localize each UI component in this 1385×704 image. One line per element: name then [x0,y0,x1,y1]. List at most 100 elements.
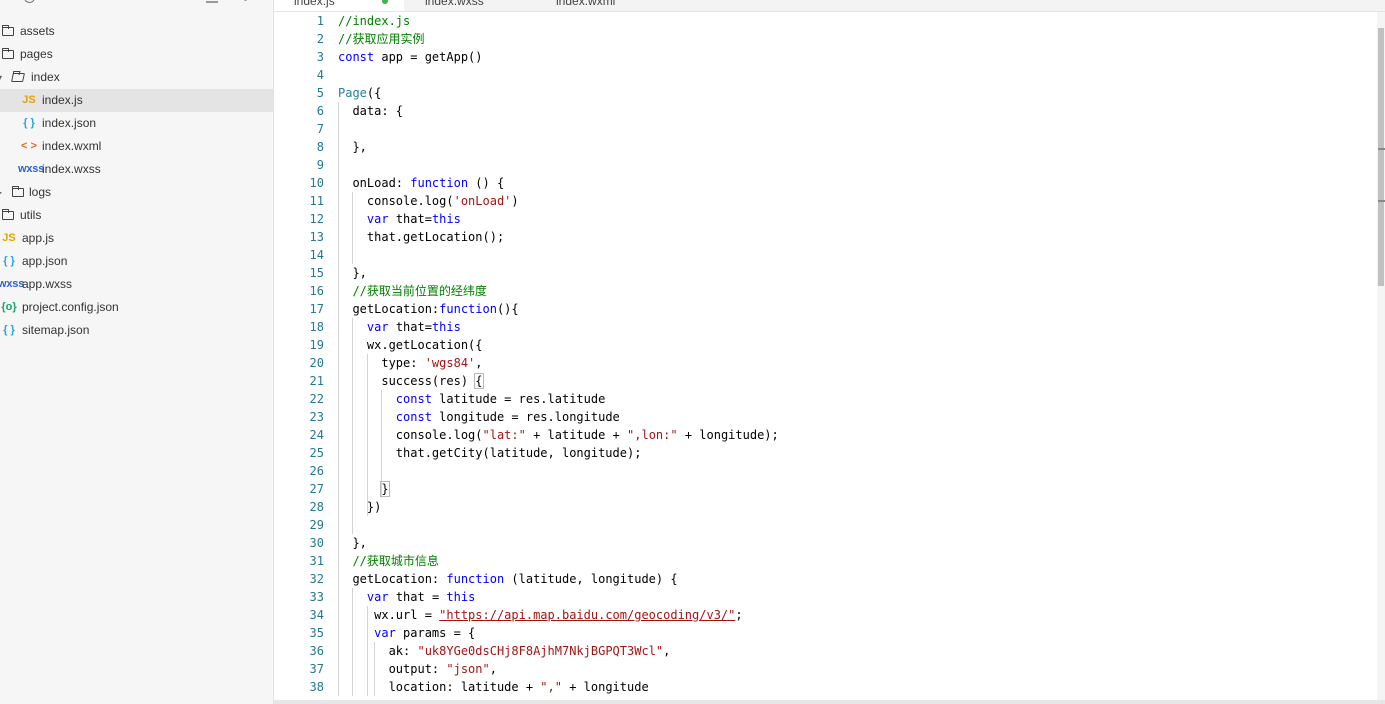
code-token: "https://api.map.baidu.com/geocoding/v3/… [439,608,736,622]
line-number: 37 [309,662,324,676]
tree-item-index-wxml[interactable]: < > index.wxml [0,135,273,158]
tree-item-label: index.wxss [42,162,101,176]
tree-item-utils[interactable]: utils [0,204,273,227]
tree-item-label: app.wxss [22,277,73,291]
code-token: function [446,572,505,586]
tab-label: index.js [294,0,335,8]
chevron-right-icon[interactable]: ▸ [0,181,2,204]
line-number: 4 [316,68,324,82]
code-token: wx.getLocation({ [338,338,483,352]
tab-index-js[interactable]: index.js [274,0,404,11]
tree-item-app-json[interactable]: { } app.json [0,250,273,273]
code-token: var [366,590,389,604]
code-token: onLoad: [338,176,411,190]
folder-icon [2,48,14,59]
json-icon: { } [3,324,15,336]
code-token: () { [468,176,505,190]
code-token: const [338,50,375,64]
line-number: 17 [309,302,324,316]
tree-item-sitemap-json[interactable]: { } sitemap.json [0,319,273,342]
code-line: type: 'wgs84', [338,354,1377,372]
code-token: that = [388,590,447,604]
collapse-all-icon[interactable] [206,1,218,3]
code-token: that= [388,320,432,334]
tree-item-label: logs [29,185,52,199]
tree-item-index-js[interactable]: JS index.js [0,89,273,112]
line-number: 13 [309,230,324,244]
editor-vertical-scrollbar[interactable] [1377,12,1385,700]
folder-icon [2,25,14,36]
code-token: that= [388,212,432,226]
code-line: var that=this [338,318,1377,336]
code-line: const app = getApp() [338,48,1377,66]
code-line: wx.getLocation({ [338,336,1377,354]
code-token: "lat:" [482,428,526,442]
code-editor[interactable]: 1 2 3 4 5 6 7 8 9 10 11 12 13 14 15 16 17 18 19 20 21 22 23 24 2… [274,12,1377,700]
explorer-toolbar [0,0,273,6]
code-token: + longitude [561,680,649,694]
tree-item-index-wxss[interactable]: wxss index.wxss [0,158,273,181]
js-icon: JS [22,94,36,106]
more-icon[interactable] [244,0,247,1]
tree-item-app-wxss[interactable]: wxss app.wxss [0,273,273,296]
tree-item-project-config-json[interactable]: {o} project.config.json [0,296,273,319]
horizontal-scrollbar[interactable] [274,700,1385,704]
code-token: } [380,481,390,497]
line-number: 6 [316,104,324,118]
code-line: const longitude = res.longitude [338,408,1377,426]
line-number: 10 [309,176,324,190]
tab-label: index.wxss [425,0,484,8]
line-number: 28 [309,500,324,514]
code-line: }, [338,264,1377,282]
tree-item-pages[interactable]: pages [0,43,273,66]
code-token: ",lon:" [627,428,678,442]
line-number: 2 [316,32,324,46]
line-number: 12 [309,212,324,226]
tab-label: index.wxml [556,0,616,8]
tree-item-label: index [31,70,60,84]
code-token: this [431,320,461,334]
search-icon[interactable] [24,0,35,3]
tree-item-label: index.json [42,116,97,130]
tree-item-logs[interactable]: ▸ logs [0,181,273,204]
line-number-gutter: 1 2 3 4 5 6 7 8 9 10 11 12 13 14 15 16 17 18 19 20 21 22 23 24 2… [274,12,324,696]
line-number: 3 [316,50,324,64]
code-token: app = getApp() [374,50,483,64]
tree-item-index[interactable]: ▾ index [0,66,273,89]
code-token: "," [540,680,562,694]
scrollbar-thumb[interactable] [1378,28,1384,286]
chevron-down-icon[interactable]: ▾ [0,66,2,89]
code-token: function [439,302,497,316]
code-token: ({ [366,86,382,100]
code-token: (){ [496,302,519,316]
tab-index-wxml[interactable]: index.wxml [536,0,666,11]
folder-icon [2,209,14,220]
code-token: //获取城市信息 [338,554,439,568]
editor-tabs: index.js index.wxss index.wxml [274,0,1385,12]
line-number: 26 [309,464,324,478]
line-number: 25 [309,446,324,460]
line-number: 38 [309,680,324,694]
code-token: wx.url = [338,608,440,622]
code-token: data: { [338,104,404,118]
code-token: ak: [338,644,418,658]
tree-item-assets[interactable]: assets [0,20,273,43]
code-token: console.log( [338,428,483,442]
code-token: const [395,410,432,424]
tree-item-app-js[interactable]: JS app.js [0,227,273,250]
code-line: //获取当前位置的经纬度 [338,282,1377,300]
line-number: 19 [309,338,324,352]
tree-item-label: utils [20,208,42,222]
code-line: console.log('onLoad') [338,192,1377,210]
code-area[interactable]: //index.js //获取应用实例 const app = getApp() Pa… [338,12,1377,700]
code-token: output: [338,662,447,676]
unsaved-dot-icon [382,0,388,4]
tab-index-wxss[interactable]: index.wxss [405,0,535,11]
code-token: console.log( [338,194,454,208]
tree-item-index-json[interactable]: { } index.json [0,112,273,135]
line-number: 29 [309,518,324,532]
